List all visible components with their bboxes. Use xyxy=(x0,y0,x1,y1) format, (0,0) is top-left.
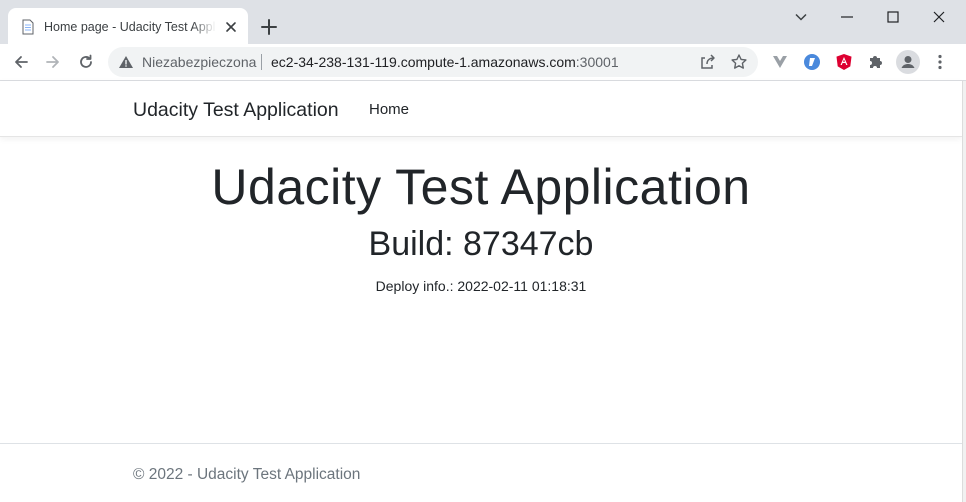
build-version: Build: 87347cb xyxy=(368,225,594,263)
site-footer: © 2022 - Udacity Test Application xyxy=(133,466,361,483)
document-icon xyxy=(22,19,34,35)
tab-strip: Home page - Udacity Test Application xyxy=(0,0,966,44)
page-scrollbar[interactable] xyxy=(962,81,966,502)
url-port: :30001 xyxy=(575,54,619,70)
maximize-icon[interactable] xyxy=(884,8,902,26)
vue-devtools-extension-icon[interactable] xyxy=(771,53,789,71)
browser-toolbar: Niezabezpieczona ec2-34-238-131-119.comp… xyxy=(0,44,966,80)
browser-tab[interactable]: Home page - Udacity Test Application xyxy=(8,8,248,44)
extensions-puzzle-icon[interactable] xyxy=(867,53,885,71)
minimize-icon[interactable] xyxy=(838,8,856,26)
close-window-icon[interactable] xyxy=(930,8,948,26)
reload-icon[interactable] xyxy=(77,53,95,71)
deploy-info: Deploy info.: 2022-02-11 01:18:31 xyxy=(375,278,587,294)
close-tab-icon[interactable] xyxy=(224,20,238,34)
site-navbar: Udacity Test Application Home xyxy=(0,81,962,137)
bookmark-star-icon[interactable] xyxy=(730,53,748,71)
footer-divider xyxy=(0,443,962,444)
nav-link-home[interactable]: Home xyxy=(369,101,409,119)
url-text[interactable]: ec2-34-238-131-119.compute-1.amazonaws.c… xyxy=(271,54,619,70)
angular-devtools-extension-icon[interactable] xyxy=(835,53,853,71)
tab-title: Home page - Udacity Test Application xyxy=(44,20,216,34)
address-bar[interactable]: Niezabezpieczona ec2-34-238-131-119.comp… xyxy=(108,47,758,77)
back-arrow-icon[interactable] xyxy=(12,53,30,71)
security-status[interactable]: Niezabezpieczona xyxy=(142,54,256,70)
url-host: ec2-34-238-131-119.compute-1.amazonaws.c… xyxy=(271,54,576,70)
page-title: Udacity Test Application xyxy=(211,159,751,215)
forward-arrow-icon[interactable] xyxy=(44,53,62,71)
address-separator xyxy=(261,54,262,70)
password-manager-extension-icon[interactable] xyxy=(803,53,821,71)
new-tab-icon[interactable] xyxy=(259,17,279,37)
navbar-brand[interactable]: Udacity Test Application xyxy=(133,98,339,122)
share-icon[interactable] xyxy=(698,53,716,71)
tab-search-icon[interactable] xyxy=(792,8,810,26)
warning-icon[interactable] xyxy=(118,54,134,70)
more-menu-icon[interactable] xyxy=(931,53,949,71)
profile-avatar-icon[interactable] xyxy=(896,50,920,74)
